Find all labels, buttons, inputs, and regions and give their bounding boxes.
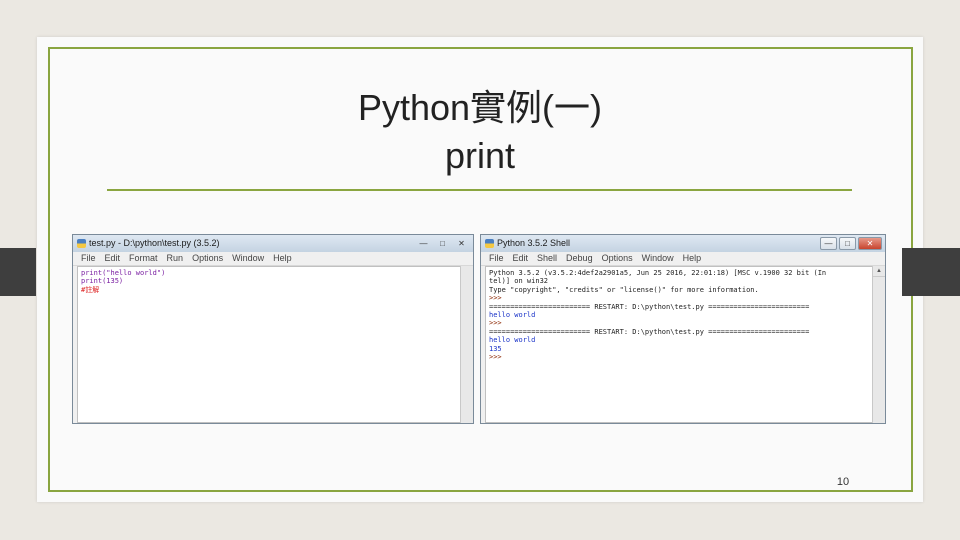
shell-menu-window[interactable]: Window	[642, 252, 674, 265]
shell-titlebar[interactable]: Python 3.5.2 Shell — □ ✕	[481, 235, 885, 252]
python-file-icon	[77, 239, 86, 248]
shell-menu-options[interactable]: Options	[602, 252, 633, 265]
slide-title-line1: Python實例(一)	[357, 87, 603, 128]
right-side-tab	[902, 248, 960, 296]
code-comment-line: #註解	[81, 285, 100, 294]
left-side-tab	[0, 248, 36, 296]
shell-menu-edit[interactable]: Edit	[513, 252, 529, 265]
minimize-icon[interactable]: —	[415, 237, 432, 250]
shell-window-controls: — □ ✕	[820, 237, 882, 250]
shell-line: Python 3.5.2 (v3.5.2:4def2a2901a5, Jun 2…	[489, 269, 827, 277]
maximize-icon[interactable]: □	[434, 237, 451, 250]
editor-menu-help[interactable]: Help	[273, 252, 292, 265]
shell-menubar: File Edit Shell Debug Options Window Hel…	[481, 252, 885, 266]
minimize-icon[interactable]: —	[820, 237, 837, 250]
editor-menu-options[interactable]: Options	[192, 252, 223, 265]
shell-prompt: >>>	[489, 294, 506, 303]
shell-restart-line: ======================== RESTART: D:\pyt…	[489, 327, 810, 336]
shell-scrollbar[interactable]: ▲	[872, 266, 885, 423]
shell-line: tel)] on win32	[489, 277, 549, 286]
editor-menubar: File Edit Format Run Options Window Help	[73, 252, 473, 266]
editor-menu-window[interactable]: Window	[232, 252, 264, 265]
maximize-icon[interactable]: □	[839, 237, 856, 250]
close-icon[interactable]: ✕	[858, 237, 882, 250]
shell-restart-line: ======================== RESTART: D:\pyt…	[489, 302, 810, 311]
shell-menu-debug[interactable]: Debug	[566, 252, 593, 265]
scroll-up-icon[interactable]: ▲	[873, 266, 885, 277]
close-icon[interactable]: ✕	[453, 237, 470, 250]
python-shell-icon	[485, 239, 494, 248]
shell-menu-shell[interactable]: Shell	[537, 252, 557, 265]
shell-output-line: hello world	[489, 311, 536, 320]
slide-title: Python實例(一) print	[200, 84, 760, 180]
page-number: 10	[836, 476, 850, 488]
code-line: print("hello world")	[81, 269, 166, 277]
shell-line: Type "copyright", "credits" or "license(…	[489, 285, 759, 294]
shell-output-line: 135	[489, 344, 502, 353]
slide-title-line2: print	[444, 135, 516, 176]
editor-window-controls: — □ ✕	[415, 237, 470, 250]
shell-menu-file[interactable]: File	[489, 252, 504, 265]
editor-window-title: test.py - D:\python\test.py (3.5.2)	[89, 238, 220, 248]
shell-output-line: hello world	[489, 336, 536, 345]
shell-output-area[interactable]: Python 3.5.2 (v3.5.2:4def2a2901a5, Jun 2…	[485, 266, 873, 423]
editor-menu-file[interactable]: File	[81, 252, 96, 265]
shell-window-title: Python 3.5.2 Shell	[497, 238, 571, 248]
editor-text-area[interactable]: print("hello world") print(135) #註解	[77, 266, 461, 423]
code-line: print(135)	[81, 277, 124, 286]
title-divider	[107, 189, 852, 191]
editor-menu-format[interactable]: Format	[129, 252, 158, 265]
editor-titlebar[interactable]: test.py - D:\python\test.py (3.5.2) — □ …	[73, 235, 473, 252]
idle-shell-window: Python 3.5.2 Shell — □ ✕ File Edit Shell…	[480, 234, 886, 424]
shell-prompt: >>>	[489, 319, 506, 328]
editor-scrollbar[interactable]	[460, 266, 473, 423]
editor-menu-run[interactable]: Run	[167, 252, 184, 265]
idle-editor-window: test.py - D:\python\test.py (3.5.2) — □ …	[72, 234, 474, 424]
shell-prompt: >>>	[489, 353, 506, 362]
editor-menu-edit[interactable]: Edit	[105, 252, 121, 265]
shell-menu-help[interactable]: Help	[683, 252, 702, 265]
